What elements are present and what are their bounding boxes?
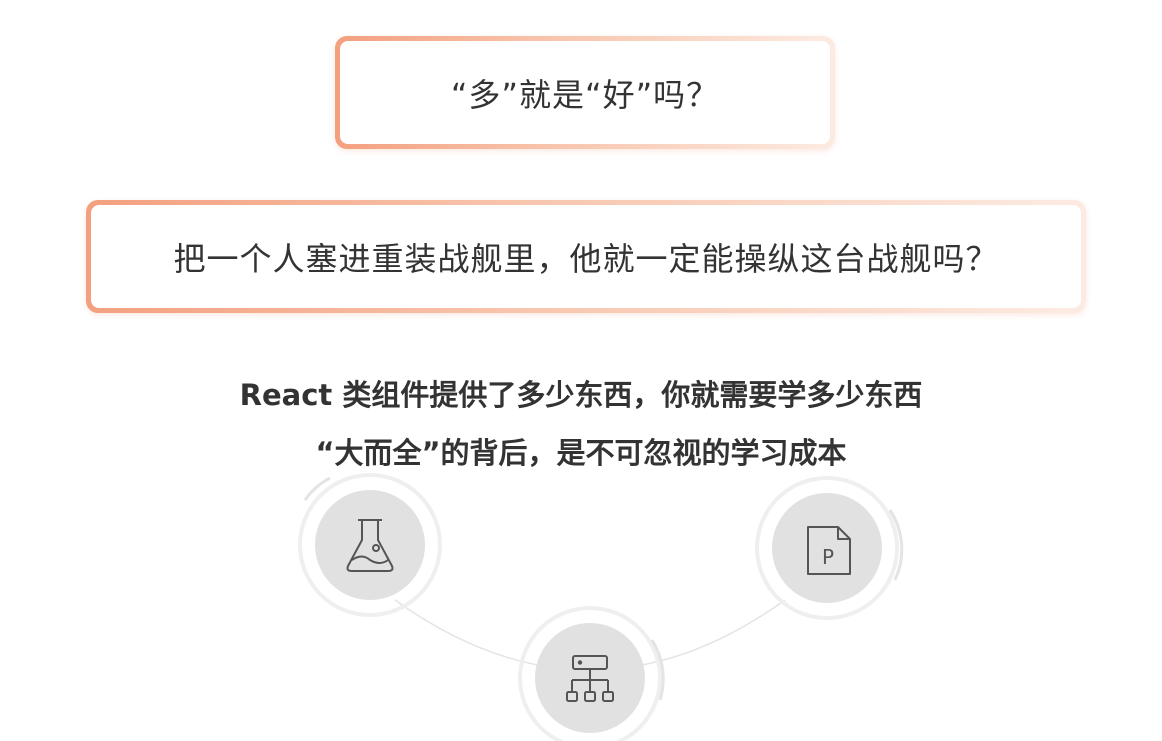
node-hierarchy [518,606,665,741]
learning-cost-diagram: P [298,473,904,741]
node-flask [298,473,442,617]
file-p-letter: P [822,545,834,569]
node-document: P [755,476,904,620]
